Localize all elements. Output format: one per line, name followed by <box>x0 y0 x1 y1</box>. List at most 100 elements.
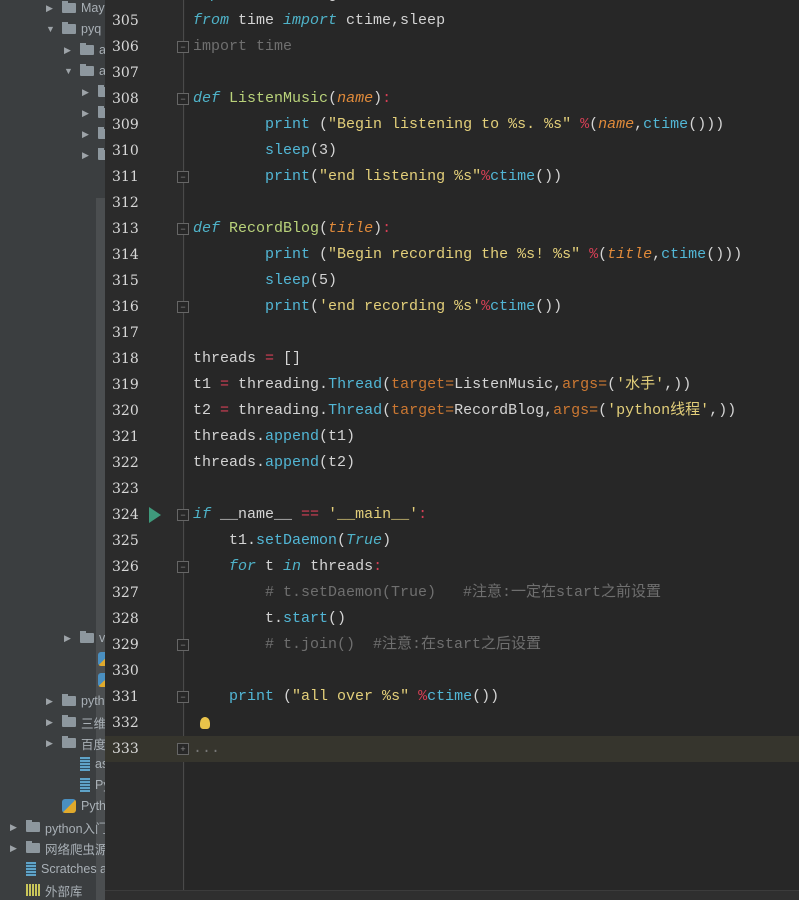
fold-collapse-icon[interactable]: − <box>177 509 189 521</box>
tree-item[interactable]: ▶ <box>82 124 105 144</box>
code-line[interactable]: import time <box>193 34 292 60</box>
fold-collapse-icon[interactable]: − <box>177 93 189 105</box>
code-line[interactable]: import threading <box>193 0 337 8</box>
tree-item[interactable]: ▶ 百度 <box>46 733 105 753</box>
line-number: 325 <box>112 533 139 549</box>
code-line[interactable]: ... <box>193 736 220 762</box>
chevron-right-icon[interactable]: ▶ <box>64 45 76 56</box>
tree-item[interactable]: ▶ pyth <box>46 691 105 711</box>
code-token: ( <box>598 402 608 419</box>
code-line[interactable]: def ListenMusic(name): <box>193 86 391 112</box>
code-line[interactable]: # t.join() #注意:在start之后设置 <box>193 632 541 658</box>
fold-collapse-icon[interactable]: − <box>177 223 189 235</box>
code-token: t2 <box>193 402 221 419</box>
fold-collapse-icon[interactable]: − <box>177 171 189 183</box>
fold-expand-icon[interactable]: + <box>177 743 189 755</box>
code-token: setDaemon <box>256 532 338 549</box>
line-number: 316 <box>112 299 139 315</box>
tree-item[interactable]: ▶ <box>82 145 105 165</box>
code-token: def <box>193 220 221 237</box>
line-number: 330 <box>112 663 139 679</box>
code-line[interactable]: sleep(3) <box>193 138 337 164</box>
code-line[interactable]: threads.append(t1) <box>193 424 355 450</box>
chevron-down-icon[interactable]: ▼ <box>46 24 58 34</box>
code-line[interactable]: threads.append(t2) <box>193 450 355 476</box>
chevron-right-icon[interactable]: ▶ <box>46 717 58 728</box>
tree-item[interactable]: ▼ pyq <box>46 19 101 39</box>
chevron-right-icon[interactable]: ▶ <box>46 3 58 14</box>
code-token: ( <box>310 168 320 185</box>
code-line[interactable]: if __name__ == '__main__': <box>193 502 427 528</box>
code-line[interactable]: for t in threads: <box>193 554 382 580</box>
code-line[interactable]: t2 = threading.Thread(target=RecordBlog,… <box>193 398 736 424</box>
editor-bottom-bar <box>105 890 799 900</box>
chevron-right-icon[interactable]: ▶ <box>46 696 58 707</box>
code-token: ())) <box>706 246 743 263</box>
tree-item[interactable]: ▶ 三维 <box>46 712 105 732</box>
tree-item[interactable]: Scratches and <box>26 859 105 879</box>
tree-item[interactable]: ▶ <box>82 82 105 102</box>
folder-icon <box>98 148 105 160</box>
run-icon[interactable] <box>149 507 161 523</box>
tree-item[interactable]: PyM <box>80 775 105 795</box>
code-token: # t.join() #注意:在start之后设置 <box>265 636 542 653</box>
code-token: [] <box>274 350 302 367</box>
chevron-right-icon[interactable]: ▶ <box>10 843 22 854</box>
fold-collapse-icon[interactable]: − <box>177 691 189 703</box>
lightbulb-icon[interactable] <box>200 717 210 729</box>
chevron-right-icon[interactable]: ▶ <box>82 87 94 98</box>
code-line[interactable]: print ("Begin recording the %s! %s" %(ti… <box>193 242 742 268</box>
tree-item-label: pyth <box>81 694 105 708</box>
fold-collapse-icon[interactable]: − <box>177 301 189 313</box>
python-file-icon <box>62 799 76 813</box>
code-token: = <box>220 402 230 419</box>
tree-item[interactable]: - <box>98 649 105 669</box>
tree-item[interactable]: ▶ May <box>46 0 105 18</box>
code-token: ctime <box>490 168 536 185</box>
code-token: ( <box>328 90 338 107</box>
chevron-right-icon[interactable]: ▶ <box>10 822 22 833</box>
fold-collapse-icon[interactable]: − <box>177 41 189 53</box>
code-token: import <box>193 0 256 3</box>
code-line[interactable]: threads = [] <box>193 346 301 372</box>
tree-item[interactable]: ▶ v <box>64 628 105 648</box>
code-line[interactable]: def RecordBlog(title): <box>193 216 391 242</box>
code-token: print <box>265 246 311 263</box>
code-token: title <box>607 246 653 263</box>
code-line[interactable]: sleep(5) <box>193 268 337 294</box>
code-line[interactable]: print ("Begin listening to %s. %s" %(nam… <box>193 112 724 138</box>
code-line[interactable]: # t.setDaemon(True) #注意:一定在start之前设置 <box>193 580 661 606</box>
line-number: 307 <box>112 65 139 81</box>
tree-item[interactable]: assi <box>80 754 105 774</box>
folder-icon <box>80 64 94 76</box>
chevron-right-icon[interactable]: ▶ <box>82 150 94 161</box>
code-line[interactable]: t1 = threading.Thread(target=ListenMusic… <box>193 372 691 398</box>
code-line[interactable]: print("end listening %s"%ctime()) <box>193 164 562 190</box>
tree-item[interactable]: 外部库 <box>26 880 83 900</box>
code-line[interactable]: t1.setDaemon(True) <box>193 528 391 554</box>
code-line[interactable]: print ("all over %s" %ctime()) <box>193 684 499 710</box>
tree-item[interactable]: ▶ 网络爬虫源 <box>10 838 105 858</box>
chevron-right-icon[interactable]: ▶ <box>64 633 76 644</box>
chevron-right-icon[interactable]: ▶ <box>46 738 58 749</box>
code-token: () <box>328 610 347 627</box>
tree-item[interactable]: ▶ a <box>64 40 105 60</box>
chevron-right-icon[interactable]: ▶ <box>82 129 94 140</box>
code-line[interactable]: t.start() <box>193 606 346 632</box>
tree-item[interactable]: ▶ python入门 <box>10 817 105 837</box>
fold-collapse-icon[interactable]: − <box>177 561 189 573</box>
code-token: in <box>283 558 302 575</box>
tree-item[interactable]: Python <box>62 796 105 816</box>
tree-item[interactable]: ▶ <box>82 103 105 123</box>
tree-item-label: 网络爬虫源 <box>45 842 105 857</box>
chevron-down-icon[interactable]: ▼ <box>64 66 76 76</box>
chevron-right-icon[interactable]: ▶ <box>82 108 94 119</box>
tree-item[interactable]: l <box>98 670 105 690</box>
code-line[interactable]: from time import ctime,sleep <box>193 8 445 34</box>
code-token: args= <box>562 376 608 393</box>
tree-item[interactable]: ▼ a <box>64 61 105 81</box>
code-line[interactable]: print('end recording %s'%ctime()) <box>193 294 562 320</box>
fold-collapse-icon[interactable]: − <box>177 639 189 651</box>
line-number: 304 <box>112 0 142 8</box>
